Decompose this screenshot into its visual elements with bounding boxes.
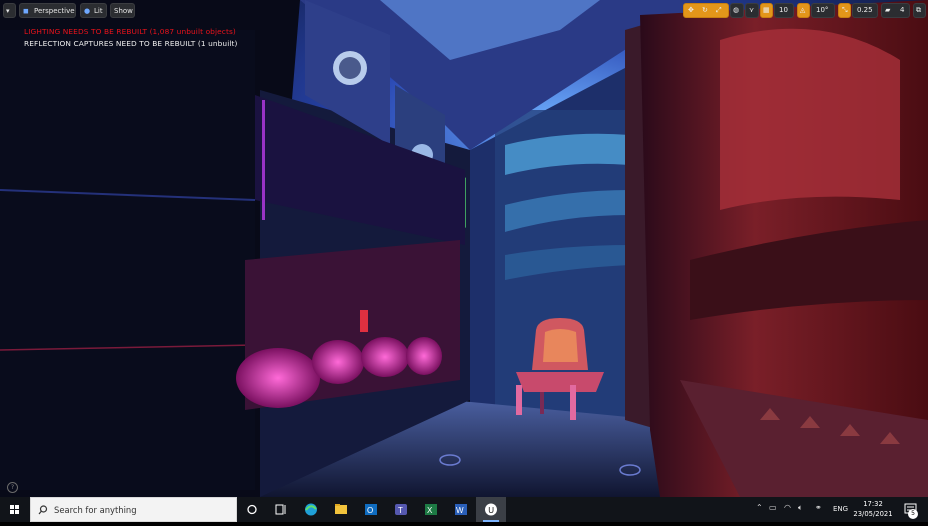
svg-text:T: T [398,506,403,515]
perspective-label: Perspective [34,7,75,15]
teams-icon: T [395,504,407,515]
rotate-icon[interactable]: ↻ [702,4,708,17]
perspective-button[interactable]: ◼ Perspective [19,3,76,18]
editor-viewport[interactable]: ▾ ◼ Perspective ● Lit Show LIGHTING NEED… [0,0,928,497]
outlook-button[interactable]: O [356,497,386,522]
task-view-icon [275,504,286,515]
grid-snap-toggle[interactable]: ▦ [760,3,773,18]
excel-button[interactable]: X [416,497,446,522]
clock-date[interactable]: 23/05/2021 [852,510,894,518]
lit-sphere-icon: ● [84,7,91,15]
volume-icon[interactable]: 🔈︎ [798,503,803,513]
teams-button[interactable]: T [386,497,416,522]
scale-icon[interactable]: ⤢ [716,4,722,17]
rotation-snap-value[interactable]: 10° [811,3,835,18]
scale-snap-value[interactable]: 0.25 [852,3,878,18]
word-icon: W [455,504,467,515]
scale-snap-value-label: 0.25 [857,6,873,14]
camera-icon: ◼ [23,7,29,15]
rotation-snap-toggle[interactable]: ◬ [797,3,810,18]
unreal-engine-button[interactable]: U [476,497,506,522]
angle-icon: ◬ [800,6,806,14]
excel-icon: X [425,504,437,515]
start-button[interactable] [0,497,29,522]
show-button[interactable]: Show [110,3,135,18]
reflection-rebuild-warning: REFLECTION CAPTURES NEED TO BE REBUILT (… [24,39,238,48]
rotation-snap-value-label: 10° [816,6,829,14]
cortana-icon [247,504,257,515]
scale-snap-icon: ⤡ [842,6,848,14]
viewport-help-icon[interactable]: ? [7,482,18,493]
network-icon[interactable]: ◠ [784,503,791,512]
search-box[interactable]: Search for anything [30,497,237,522]
world-local-toggle[interactable]: ◍ [730,3,744,18]
svg-text:O: O [367,506,373,515]
surface-snap-icon: ⋎ [749,6,755,14]
cortana-button[interactable] [237,497,267,522]
notification-count-badge: 5 [908,509,918,519]
search-icon [38,505,48,515]
lighting-rebuild-warning: LIGHTING NEEDS TO BE REBUILT (1,087 unbu… [24,27,236,36]
task-view-button[interactable] [266,497,296,522]
camera-speed-button[interactable]: ▰ 4 [881,3,910,18]
viewport-menu-button[interactable]: ▾ [3,3,16,18]
transform-mode-group[interactable]: ✥ ↻ ⤢ [683,3,729,18]
word-button[interactable]: W [446,497,476,522]
svg-text:W: W [456,506,464,515]
chevron-down-icon: ▾ [6,7,10,15]
svg-text:X: X [427,506,433,515]
edge-button[interactable] [296,497,326,522]
edge-icon [305,503,317,516]
file-explorer-icon [335,504,347,514]
scale-snap-toggle[interactable]: ⤡ [838,3,851,18]
camera-speed-value-label: 4 [900,6,905,14]
maximize-icon: ⧉ [916,6,921,14]
surface-snap-toggle[interactable]: ⋎ [745,3,759,18]
show-label: Show [114,7,133,15]
search-placeholder: Search for anything [54,505,137,515]
sync-icon[interactable]: ⚭ [815,503,822,512]
taskbar: Search for anything O T X W U ⌃ ▭ ◠ 🔈︎ ⚭… [0,497,928,522]
lit-label: Lit [94,7,103,15]
view-mode-button[interactable]: ● Lit [80,3,107,18]
windows-logo-icon [10,505,19,514]
camera-speed-icon: ▰ [885,6,891,14]
file-explorer-button[interactable] [326,497,356,522]
outlook-icon: O [365,504,377,515]
unreal-engine-icon: U [485,503,497,516]
grid-snap-value[interactable]: 10 [774,3,794,18]
translate-icon[interactable]: ✥ [688,4,694,17]
maximize-viewport-button[interactable]: ⧉ [913,3,926,18]
battery-icon[interactable]: ▭ [769,503,777,512]
globe-icon: ◍ [733,6,740,14]
grid-snap-value-label: 10 [779,6,788,14]
clock-time[interactable]: 17:32 [852,500,894,508]
show-hidden-icons-chevron-icon[interactable]: ⌃ [756,503,763,512]
svg-text:U: U [488,506,494,515]
scene-render [0,0,928,497]
grid-icon: ▦ [763,6,770,14]
language-indicator[interactable]: ENG [833,505,848,513]
